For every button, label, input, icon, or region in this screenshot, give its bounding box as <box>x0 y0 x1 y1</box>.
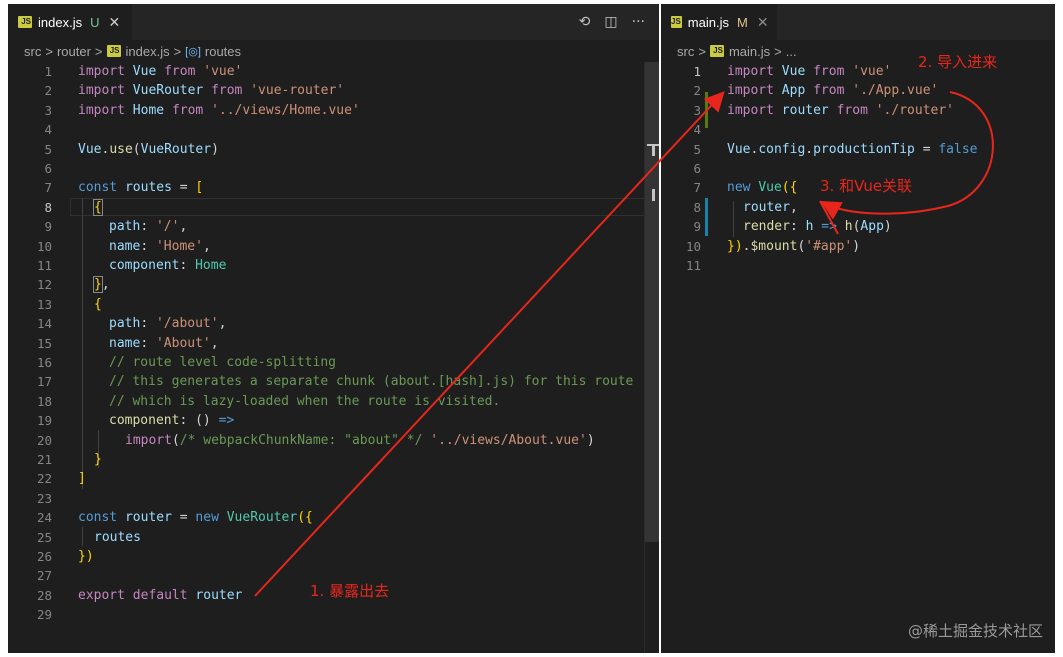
line-number-row: 23 <box>8 489 659 508</box>
code-line: import VueRouter from 'vue-router' <box>78 83 345 99</box>
annotation-import: 2. 导入进来 <box>918 53 998 71</box>
code-line: render: h => h(App) <box>743 219 892 235</box>
breadcrumb-separator: > <box>698 43 706 59</box>
line-number[interactable]: 6 <box>661 159 701 178</box>
js-file-icon: JS <box>671 16 682 28</box>
tab-filename: index.js <box>38 14 83 30</box>
code-line: }) <box>78 549 94 564</box>
line-number[interactable]: 4 <box>8 120 52 139</box>
breadcrumb-src[interactable]: src <box>677 44 694 59</box>
split-editor-icon[interactable]: ◫ <box>604 14 617 30</box>
line-number[interactable]: 23 <box>8 489 52 508</box>
code-line: router, <box>743 199 798 215</box>
code-line: path: '/about', <box>109 316 227 332</box>
annotation-associate: 3. 和Vue关联 <box>820 177 913 195</box>
line-number[interactable]: 29 <box>8 605 52 624</box>
code-line: Vue.use(VueRouter) <box>78 141 219 157</box>
code-line: name: 'Home', <box>109 238 211 254</box>
code-line: path: '/', <box>109 219 188 235</box>
line-number-row: 29 <box>8 605 659 624</box>
left-tab-bar: JS index.js U ✕ ⟲ ◫ ··· <box>8 4 659 40</box>
breadcrumb-file[interactable]: index.js <box>126 44 170 59</box>
code-line: name: 'About', <box>109 335 219 351</box>
breadcrumb: src > router > JS index.js > [◎] routes <box>8 40 659 62</box>
line-number[interactable]: 11 <box>661 256 701 275</box>
breadcrumb-router[interactable]: router <box>57 44 91 59</box>
code-line: // which is lazy-loaded when the route i… <box>109 393 501 409</box>
close-icon[interactable]: ✕ <box>108 14 120 31</box>
breadcrumb-ellipsis[interactable]: ... <box>786 44 797 59</box>
code-line: Vue.config.productionTip = false <box>727 141 978 157</box>
breadcrumb-separator: > <box>774 43 782 59</box>
code-line: import Home from '../views/Home.vue' <box>78 102 360 118</box>
js-file-icon: JS <box>18 16 32 28</box>
overview-ruler-mark <box>652 189 655 201</box>
breadcrumb-separator: > <box>173 43 182 59</box>
code-line: import App from './App.vue' <box>727 83 939 99</box>
right-editor-pane[interactable]: JS main.js M ✕ src > JS main.js > ... 12… <box>661 4 1055 653</box>
more-actions-icon[interactable]: ··· <box>632 14 645 30</box>
left-editor-pane[interactable]: JS index.js U ✕ ⟲ ◫ ··· src > router > J… <box>8 4 659 653</box>
line-number[interactable]: 27 <box>8 566 52 585</box>
js-file-icon: JS <box>106 45 121 57</box>
line-number[interactable]: 4 <box>661 120 701 139</box>
line-number-row: 6 <box>8 159 659 178</box>
compare-changes-icon[interactable]: ⟲ <box>579 14 591 30</box>
breadcrumb-src[interactable]: src <box>24 44 41 59</box>
code-line: component: Home <box>109 258 227 273</box>
modified-status-badge: M <box>736 14 748 30</box>
untracked-status-badge: U <box>90 14 100 30</box>
code-line: ] <box>78 471 86 487</box>
watermark: @稀土掘金技术社区 <box>907 622 1043 640</box>
breadcrumb-separator: > <box>45 43 53 59</box>
breadcrumb-symbol[interactable]: routes <box>205 44 241 59</box>
js-file-icon: JS <box>709 45 724 57</box>
variable-symbol-icon: [◎] <box>185 45 201 58</box>
breadcrumb-file[interactable]: main.js <box>729 44 770 59</box>
breadcrumb-separator: > <box>94 43 103 59</box>
tab-main-js[interactable]: JS main.js M ✕ <box>661 4 777 40</box>
code-line: } <box>94 452 102 467</box>
tab-filename: main.js <box>687 14 729 30</box>
line-number[interactable]: 6 <box>8 159 52 178</box>
code-editor-index-js[interactable]: 1 2 3 4 5 6 7 8 9 10 11 12 13 14 15 16 17 18 19 20 21 22 23 24 2… <box>8 62 659 653</box>
code-line: // this generates a separate chunk (abou… <box>109 374 634 390</box>
close-icon[interactable]: ✕ <box>757 14 769 31</box>
code-line: // route level code-splitting <box>109 355 336 370</box>
code-line: const router = new VueRouter({ <box>78 510 313 526</box>
code-line: import Vue from 'vue' <box>78 64 243 79</box>
right-tab-bar: JS main.js M ✕ <box>661 4 1055 40</box>
tab-index-js[interactable]: JS index.js U ✕ <box>8 4 132 40</box>
code-line: import router from './router' <box>727 102 955 118</box>
code-line: const routes = [ <box>78 180 204 196</box>
code-line: routes <box>94 529 141 545</box>
line-number-row: 4 <box>8 120 659 139</box>
editor-actions: ⟲ ◫ ··· <box>579 4 645 40</box>
code-line: { <box>93 198 103 216</box>
line-number-row: 11 <box>661 256 1055 275</box>
code-line: }).$mount('#app') <box>727 238 861 254</box>
overview-ruler-mark <box>652 144 655 156</box>
line-number-row: 4 <box>661 120 1055 139</box>
code-line: { <box>94 296 102 312</box>
scrollbar-thumb[interactable] <box>645 62 659 542</box>
annotation-export: 1. 暴露出去 <box>310 582 390 600</box>
code-line: import(/* webpackChunkName: "about" */ '… <box>125 432 595 448</box>
code-line: }, <box>93 276 110 294</box>
code-editor-main-js[interactable]: 1 2 3 4 5 6 7 8 9 10 11 import Vue from 'vue' impo… <box>661 62 1055 653</box>
code-line: component: () => <box>109 413 235 429</box>
